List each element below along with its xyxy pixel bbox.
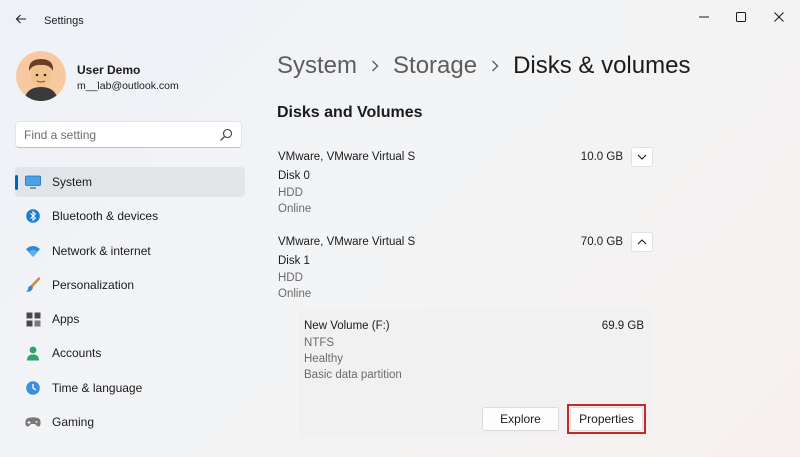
breadcrumb: System Storage Disks & volumes bbox=[277, 50, 690, 82]
sidebar-item-personalization[interactable]: Personalization bbox=[15, 270, 245, 300]
apps-icon bbox=[25, 311, 41, 327]
disk-status: Online bbox=[278, 203, 312, 215]
sidebar-item-accounts[interactable]: Accounts bbox=[15, 338, 245, 368]
user-email: m__lab@outlook.com bbox=[77, 80, 179, 92]
disk-size: 10.0 GB bbox=[580, 151, 623, 163]
disk-name: Disk 0 bbox=[278, 170, 310, 182]
clock-globe-icon bbox=[25, 380, 41, 396]
sidebar-item-gaming[interactable]: Gaming bbox=[15, 407, 245, 437]
active-indicator bbox=[15, 175, 18, 190]
disk-model: VMware, VMware Virtual S bbox=[278, 151, 416, 163]
sidebar-item-label: Personalization bbox=[52, 277, 135, 292]
settings-window: Settings User Demo m__lab@outlook.com Fi… bbox=[0, 0, 800, 457]
chevron-right-icon bbox=[491, 60, 499, 72]
disk-entry: VMware, VMware Virtual S 70.0 GB Disk 1 … bbox=[277, 232, 653, 306]
section-title: Disks and Volumes bbox=[277, 104, 423, 121]
sidebar-item-system[interactable]: System bbox=[15, 167, 245, 197]
back-button[interactable] bbox=[10, 8, 32, 30]
disk-type: HDD bbox=[278, 272, 303, 284]
user-name: User Demo bbox=[77, 63, 141, 77]
chevron-right-icon bbox=[371, 60, 379, 72]
sidebar-item-label: Apps bbox=[52, 312, 80, 327]
chevron-down-icon bbox=[637, 154, 647, 160]
disk-type: HDD bbox=[278, 187, 303, 199]
disk-status: Online bbox=[278, 288, 312, 300]
minimize-button[interactable] bbox=[689, 6, 719, 28]
search-icon[interactable] bbox=[219, 128, 233, 142]
volume-name: New Volume (F:) bbox=[304, 320, 390, 332]
disk-size: 70.0 GB bbox=[580, 236, 623, 248]
close-icon bbox=[774, 12, 784, 22]
volume-size: 69.9 GB bbox=[601, 320, 644, 332]
sidebar-item-label: Accounts bbox=[52, 346, 102, 361]
sidebar-item-bluetooth[interactable]: Bluetooth & devices bbox=[15, 201, 245, 231]
maximize-icon bbox=[736, 12, 746, 22]
disk-name: Disk 1 bbox=[278, 255, 310, 267]
close-button[interactable] bbox=[764, 6, 794, 28]
highlight-annotation bbox=[567, 404, 646, 434]
volume-filesystem: NTFS bbox=[304, 337, 335, 349]
volume-partition: Basic data partition bbox=[304, 369, 402, 381]
expand-disk-button[interactable] bbox=[631, 147, 653, 167]
minimize-icon bbox=[699, 16, 709, 18]
volume-health: Healthy bbox=[304, 353, 343, 365]
person-icon bbox=[25, 345, 41, 361]
display-icon bbox=[25, 174, 41, 190]
bluetooth-icon bbox=[25, 208, 41, 224]
page-title: Disks & volumes bbox=[513, 52, 691, 79]
gamepad-icon bbox=[25, 414, 41, 430]
back-arrow-icon bbox=[15, 14, 26, 24]
sidebar-item-label: Bluetooth & devices bbox=[52, 209, 159, 224]
sidebar-nav: System Bluetooth & devices Network & int… bbox=[15, 167, 245, 441]
collapse-disk-button[interactable] bbox=[631, 232, 653, 252]
sidebar-item-apps[interactable]: Apps bbox=[15, 304, 245, 334]
sidebar-item-label: System bbox=[52, 175, 93, 189]
search-input[interactable] bbox=[24, 127, 214, 143]
disk-model: VMware, VMware Virtual S bbox=[278, 236, 416, 248]
sidebar-item-label: Gaming bbox=[52, 415, 95, 430]
sidebar-item-network[interactable]: Network & internet bbox=[15, 236, 245, 266]
chevron-up-icon bbox=[637, 239, 647, 245]
search-box[interactable] bbox=[15, 121, 242, 148]
sidebar-item-label: Time & language bbox=[52, 380, 143, 395]
title-bar: Settings bbox=[0, 0, 800, 40]
wifi-icon bbox=[25, 243, 41, 259]
sidebar-item-time-language[interactable]: Time & language bbox=[15, 373, 245, 403]
brush-icon bbox=[25, 277, 41, 293]
app-title: Settings bbox=[44, 15, 84, 27]
sidebar-item-label: Network & internet bbox=[52, 243, 151, 258]
maximize-button[interactable] bbox=[726, 6, 756, 28]
user-avatar-icon bbox=[16, 51, 66, 101]
avatar[interactable] bbox=[16, 51, 66, 101]
explore-button[interactable]: Explore bbox=[482, 407, 559, 431]
breadcrumb-link-storage[interactable]: Storage bbox=[393, 52, 477, 80]
breadcrumb-link-system[interactable]: System bbox=[277, 52, 357, 80]
disk-entry: VMware, VMware Virtual S 10.0 GB Disk 0 … bbox=[277, 147, 653, 221]
